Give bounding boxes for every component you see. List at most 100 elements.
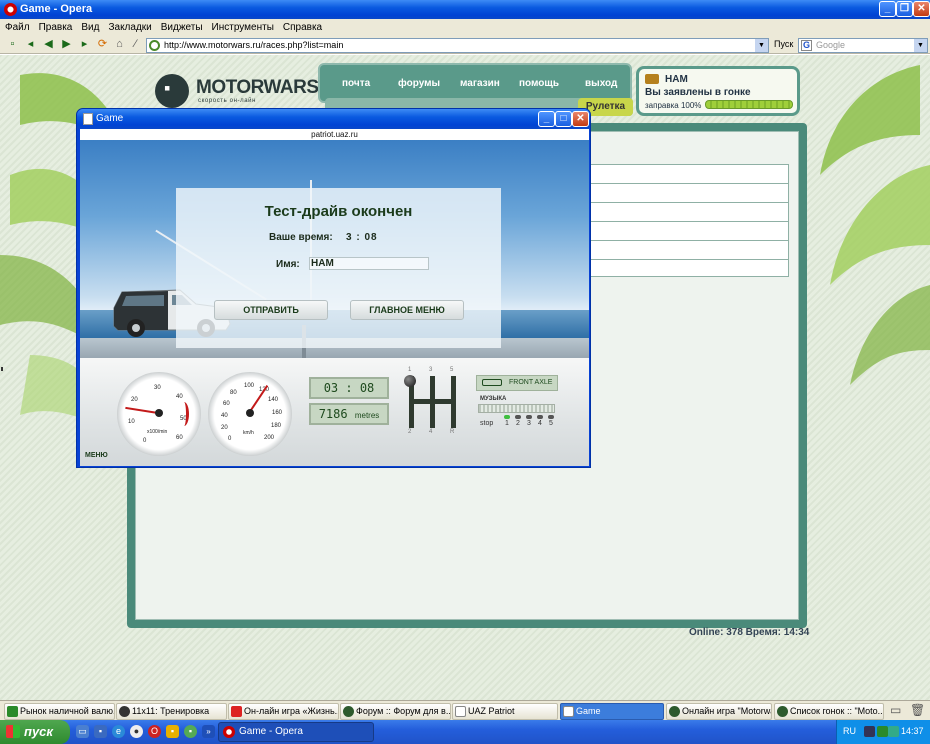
music-label: МУЗЫКА — [480, 396, 507, 402]
music-track-3-button[interactable]: 3 — [527, 420, 531, 427]
page-marker — [1, 367, 3, 371]
menu-tools[interactable]: Инструменты — [212, 19, 274, 36]
home-icon[interactable]: ⌂ — [113, 38, 126, 51]
tab-list-icon[interactable]: ▭ — [890, 703, 901, 717]
forward-icon[interactable]: ▶ — [60, 38, 73, 51]
task-forum[interactable]: Форум :: Форум для в... — [340, 703, 451, 720]
table-row[interactable] — [591, 222, 788, 241]
music-track-led[interactable] — [515, 415, 521, 419]
speedo-unit: km/h — [243, 430, 254, 436]
search-dropdown-icon[interactable]: ▼ — [914, 39, 927, 52]
name-input[interactable]: НАМ — [309, 257, 429, 270]
main-menu-button[interactable]: ГЛАВНОЕ МЕНЮ — [350, 300, 464, 320]
game-titlebar[interactable]: Game _ □ ✕ — [77, 109, 590, 129]
tray-app-icon[interactable] — [888, 726, 899, 737]
table-row[interactable] — [591, 241, 788, 260]
browser-title: Game - Opera — [20, 3, 93, 15]
back-icon[interactable]: ◀ — [42, 38, 55, 51]
task-opera-window[interactable]: Game - Opera — [218, 722, 374, 742]
minimize-button[interactable]: _ — [879, 1, 896, 17]
system-tray: RU 14:37 — [836, 720, 930, 744]
menu-help[interactable]: Справка — [283, 19, 322, 36]
globe-icon — [149, 40, 160, 51]
menu-file[interactable]: Файл — [5, 19, 30, 36]
distance-unit: metres — [354, 411, 380, 420]
race-table — [590, 164, 789, 277]
leaf-decoration-right-icon — [820, 65, 930, 385]
menu-view[interactable]: Вид — [81, 19, 99, 36]
game-minimize-button[interactable]: _ — [538, 111, 555, 127]
address-field[interactable]: http://www.motorwars.ru/races.php?list=m… — [146, 38, 769, 53]
task-market[interactable]: Рынок наличной валю... — [4, 703, 115, 720]
task-11x11[interactable]: 11x11: Тренировка — [116, 703, 227, 720]
music-stop-button[interactable]: stop — [480, 420, 493, 427]
music-volume-slider[interactable] — [478, 404, 555, 413]
task-motorwars[interactable]: Онлайн игра "Motorwa... — [666, 703, 772, 720]
nav-help[interactable]: помощь — [519, 78, 559, 89]
desktop-icon[interactable]: ▭ — [76, 725, 89, 738]
menu-widgets[interactable]: Виджеты — [161, 19, 203, 36]
speedo-label: 140 — [268, 397, 279, 403]
search-field[interactable]: G Google ▼ — [798, 38, 928, 53]
music-track-led[interactable] — [537, 415, 543, 419]
new-tab-icon[interactable]: ▫ — [6, 38, 19, 51]
gear-label: 2 — [408, 429, 412, 435]
rewind-icon[interactable]: ◂ — [24, 38, 37, 51]
car-outline-icon — [482, 379, 502, 386]
trash-icon[interactable]: 🗑 — [910, 703, 925, 717]
language-indicator[interactable]: RU — [843, 726, 856, 736]
tray-app-icon[interactable] — [864, 726, 875, 737]
music-track-1-button[interactable]: 1 — [505, 420, 509, 427]
user-name[interactable]: НАМ — [665, 74, 688, 85]
app-icon[interactable]: ▪ — [184, 725, 197, 738]
media-icon[interactable]: ● — [130, 725, 143, 738]
task-race-list[interactable]: Список гонок :: "Moto... — [774, 703, 884, 720]
music-track-led[interactable] — [548, 415, 554, 419]
menu-edit[interactable]: Правка — [39, 19, 73, 36]
address-dropdown-icon[interactable]: ▼ — [755, 39, 768, 52]
network-icon[interactable] — [877, 726, 888, 737]
start-button[interactable]: пуск — [0, 720, 70, 744]
go-button[interactable]: Пуск — [774, 39, 793, 49]
music-track-led[interactable] — [504, 415, 510, 419]
music-track-2-button[interactable]: 2 — [516, 420, 520, 427]
menu-bookmarks[interactable]: Закладки — [108, 19, 151, 36]
app-icon[interactable]: ▪ — [166, 725, 179, 738]
submit-button[interactable]: ОТПРАВИТЬ — [214, 300, 328, 320]
music-track-4-button[interactable]: 4 — [538, 420, 542, 427]
speedo-label: 60 — [223, 401, 230, 407]
wand-icon[interactable]: ∕ — [129, 38, 142, 51]
more-icon[interactable]: » — [202, 725, 215, 738]
music-track-led[interactable] — [526, 415, 532, 419]
task-uaz-patriot[interactable]: UAZ Patriot — [452, 703, 558, 720]
nav-mail[interactable]: почта — [342, 78, 370, 89]
clock: 14:37 — [901, 726, 924, 736]
task-life-game[interactable]: Он-лайн игра «Жизнь... — [228, 703, 339, 720]
music-track-5-button[interactable]: 5 — [549, 420, 553, 427]
front-axle-button[interactable]: FRONT AXLE — [476, 375, 558, 391]
game-menu-button[interactable]: МЕНЮ — [85, 452, 108, 459]
tacho-unit: x100/min — [147, 429, 168, 435]
close-button[interactable]: ✕ — [913, 1, 930, 17]
task-game[interactable]: Game — [560, 703, 664, 720]
reload-icon[interactable]: ⟳ — [96, 38, 109, 51]
ie-icon[interactable]: e — [112, 725, 125, 738]
opera-quick-icon[interactable]: O — [148, 725, 161, 738]
tachometer: 0 10 20 30 40 50 60 x100/min — [117, 372, 201, 456]
table-row[interactable] — [591, 165, 788, 184]
restore-button[interactable]: ❐ — [896, 1, 913, 17]
speedo-label: 40 — [221, 413, 228, 419]
nav-forums[interactable]: форумы — [398, 78, 440, 89]
table-row[interactable] — [591, 203, 788, 222]
nav-logout[interactable]: выход — [585, 78, 617, 89]
fast-forward-icon[interactable]: ▸ — [78, 38, 91, 51]
folder-icon[interactable]: ▪ — [94, 725, 107, 738]
motorwars-logo-icon[interactable] — [155, 74, 189, 108]
table-row[interactable] — [591, 184, 788, 203]
page-icon — [455, 706, 466, 717]
gear-knob-icon[interactable] — [404, 375, 416, 387]
tacho-label: 10 — [128, 419, 135, 425]
nav-shop[interactable]: магазин — [460, 78, 500, 89]
game-maximize-button[interactable]: □ — [555, 111, 572, 127]
game-close-button[interactable]: ✕ — [572, 111, 589, 127]
